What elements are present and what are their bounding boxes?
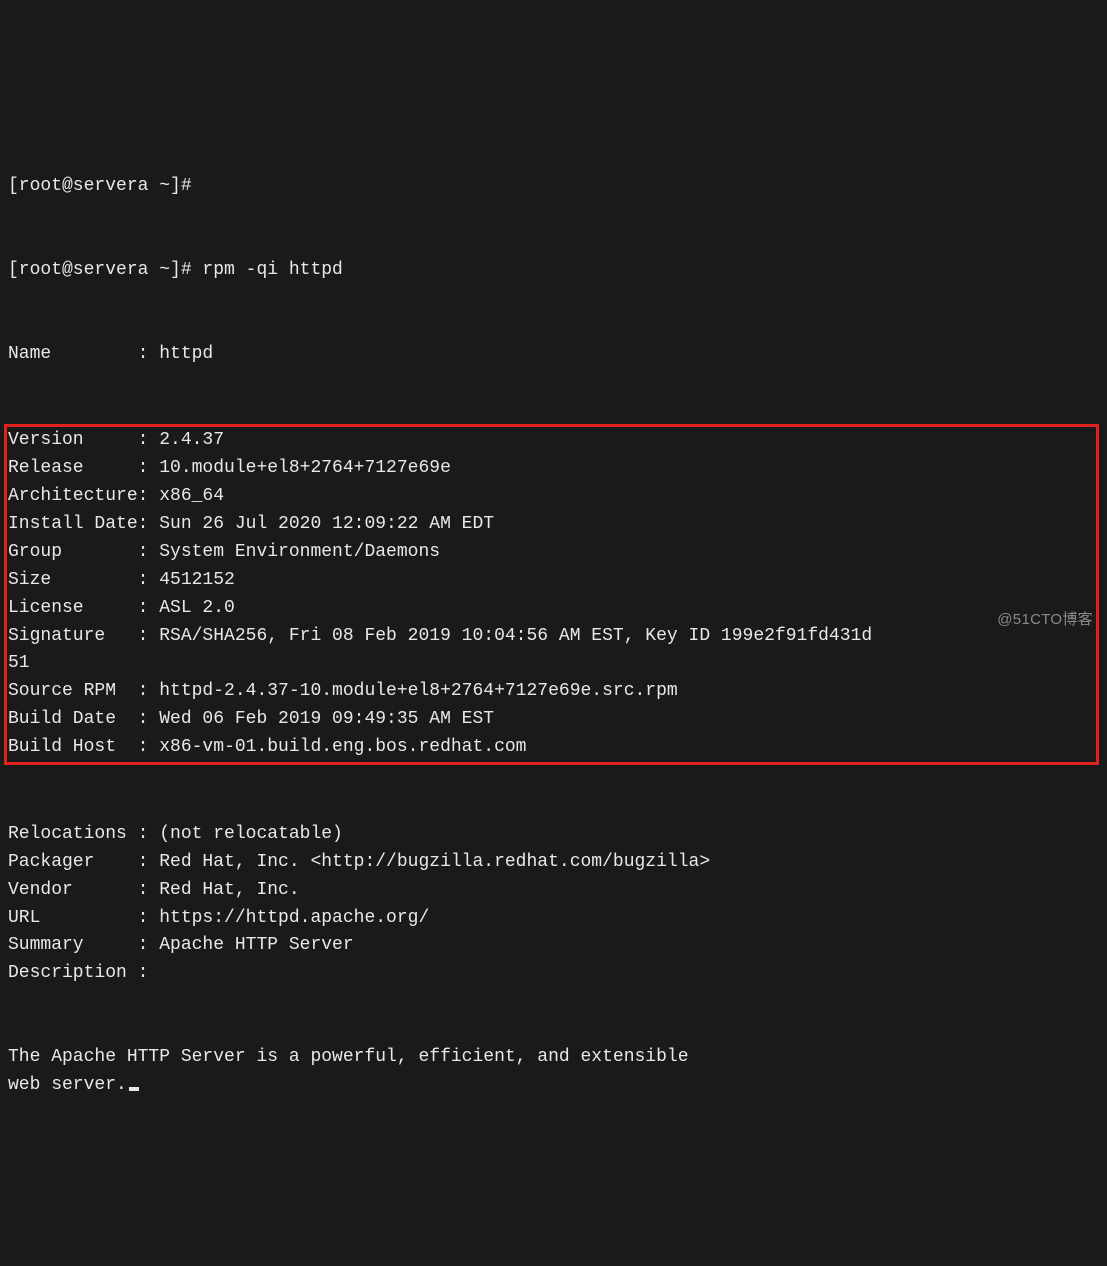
info-row: Relocations : (not relocatable) — [8, 821, 1099, 849]
info-row: Build Host : x86-vm-01.build.eng.bos.red… — [8, 734, 1095, 762]
cursor-icon — [129, 1087, 139, 1091]
info-row: Signature : RSA/SHA256, Fri 08 Feb 2019 … — [8, 623, 1095, 679]
watermark: @51CTO博客 — [997, 608, 1093, 631]
info-row: Size : 4512152 — [8, 567, 1095, 595]
info-row: URL : https://httpd.apache.org/ — [8, 905, 1099, 933]
info-row: Release : 10.module+el8+2764+7127e69e — [8, 455, 1095, 483]
info-row: Vendor : Red Hat, Inc. — [8, 877, 1099, 905]
info-row: Name : httpd — [8, 341, 1099, 369]
info-row: Build Date : Wed 06 Feb 2019 09:49:35 AM… — [8, 706, 1095, 734]
rpm-info-bottom: Relocations : (not relocatable)Packager … — [8, 821, 1099, 988]
info-row: Description : — [8, 960, 1099, 988]
info-row: Architecture: x86_64 — [8, 483, 1095, 511]
terminal-output[interactable]: [root@servera ~]# [root@servera ~]# rpm … — [8, 118, 1099, 1128]
rpm-info-top: Name : httpd — [8, 341, 1099, 369]
info-row: Source RPM : httpd-2.4.37-10.module+el8+… — [8, 678, 1095, 706]
info-row: Packager : Red Hat, Inc. <http://bugzill… — [8, 849, 1099, 877]
info-row: Version : 2.4.37 — [8, 427, 1095, 455]
highlight-box: Version : 2.4.37Release : 10.module+el8+… — [4, 424, 1099, 765]
info-row: Group : System Environment/Daemons — [8, 539, 1095, 567]
info-row: Summary : Apache HTTP Server — [8, 932, 1099, 960]
shell-prompt: [root@servera ~]# — [8, 173, 1099, 201]
description-body: The Apache HTTP Server is a powerful, ef… — [8, 1044, 1099, 1100]
shell-command: [root@servera ~]# rpm -qi httpd — [8, 257, 1099, 285]
info-row: License : ASL 2.0 — [8, 595, 1095, 623]
info-row: Install Date: Sun 26 Jul 2020 12:09:22 A… — [8, 511, 1095, 539]
